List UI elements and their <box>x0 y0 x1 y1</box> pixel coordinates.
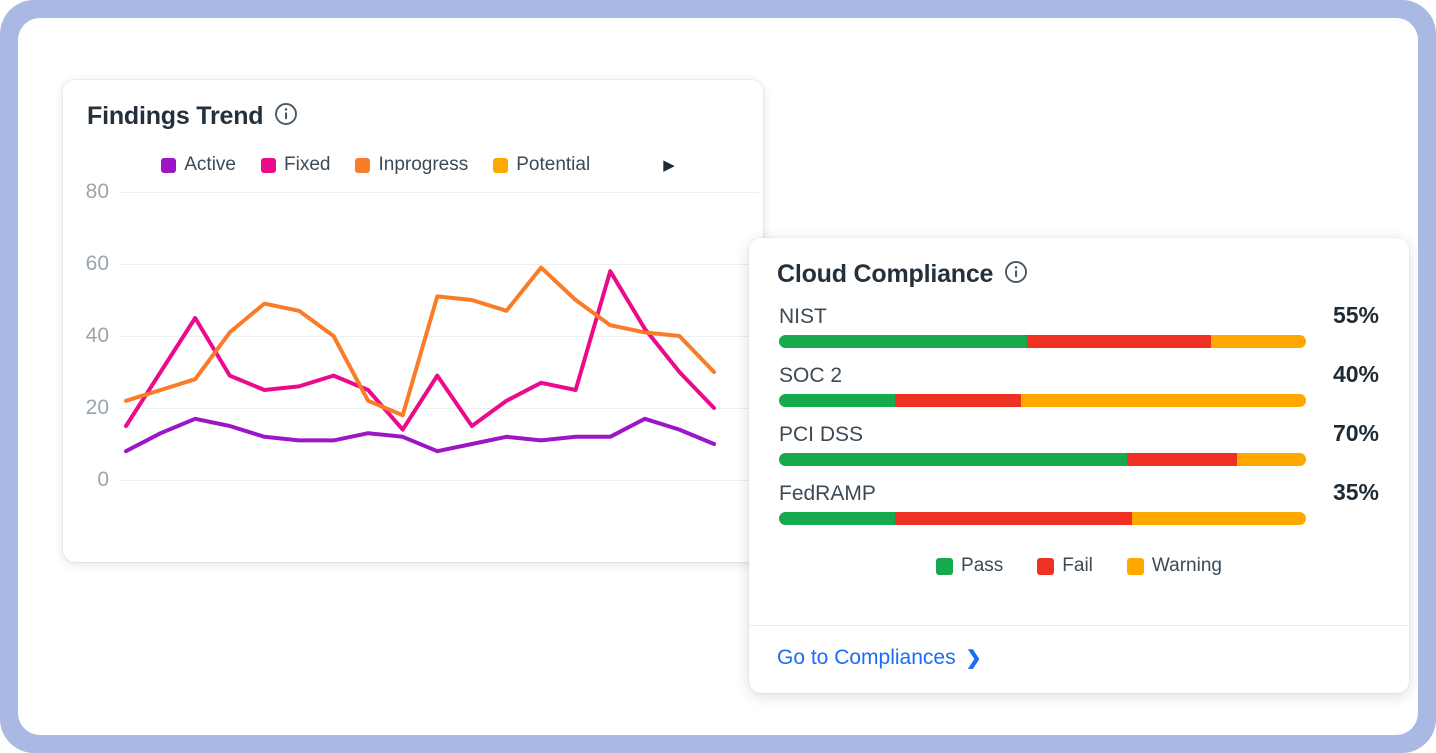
legend-item-potential[interactable]: Potential <box>493 154 590 176</box>
segment-pass <box>779 453 1127 466</box>
findings-trend-card: Findings Trend Active Fixed Inprogress P… <box>63 80 763 562</box>
segment-fail <box>1026 335 1212 348</box>
legend-item-fixed[interactable]: Fixed <box>261 154 330 176</box>
info-circle-icon[interactable] <box>1004 260 1028 289</box>
compliance-percent-soc2: 40% <box>1332 361 1379 387</box>
segment-pass <box>779 335 1027 348</box>
compliance-percent-pcidss: 70% <box>1332 420 1379 446</box>
dashboard-page: Findings Trend Active Fixed Inprogress P… <box>18 18 1418 735</box>
cloud-compliance-header: Cloud Compliance <box>749 238 1409 289</box>
compliance-percent-nist: 55% <box>1332 302 1379 328</box>
segment-fail <box>1126 453 1238 466</box>
compliance-name-pcidss: PCI DSS <box>779 423 864 446</box>
compliance-footer: Go to Compliances ❯ <box>749 625 1409 693</box>
segment-warning <box>1021 394 1306 407</box>
series-line-inprogress <box>124 265 716 418</box>
compliance-bar-soc2 <box>779 394 1306 407</box>
legend-swatch-active <box>161 157 177 173</box>
findings-trend-series-svg <box>124 265 716 454</box>
legend-next-chevron-right-icon[interactable]: ▶ <box>663 158 675 173</box>
legend-label-active: Active <box>184 154 236 175</box>
legend-swatch-inprogress <box>355 157 371 173</box>
table-row[interactable]: SOC 2 40% <box>779 361 1379 407</box>
compliance-percent-fedramp: 35% <box>1332 479 1379 505</box>
table-row[interactable]: FedRAMP 35% <box>779 479 1379 525</box>
go-to-compliances-link[interactable]: Go to Compliances ❯ <box>777 646 982 670</box>
segment-warning <box>1237 453 1306 466</box>
go-to-compliances-label: Go to Compliances <box>777 646 956 669</box>
cloud-compliance-card: Cloud Compliance NIST 55% SOC 2 40% PCI … <box>749 238 1409 693</box>
chevron-right-icon: ❯ <box>965 647 982 669</box>
compliance-legend: Pass Fail Warning <box>779 555 1379 577</box>
legend-item-active[interactable]: Active <box>161 154 236 176</box>
segment-fail <box>894 394 1022 407</box>
compliance-name-fedramp: FedRAMP <box>779 482 876 505</box>
segment-pass <box>779 394 895 407</box>
segment-fail <box>894 512 1133 525</box>
legend-label-fixed: Fixed <box>284 154 331 175</box>
legend-item-inprogress[interactable]: Inprogress <box>355 154 468 176</box>
compliance-rows: NIST 55% SOC 2 40% PCI DSS 70% FedRAMP 3… <box>749 302 1409 577</box>
legend-swatch-potential <box>493 157 509 173</box>
page-title: Findings Trend <box>87 102 264 130</box>
legend-label-pass: Pass <box>961 555 1004 576</box>
segment-warning <box>1132 512 1306 525</box>
legend-swatch-fail <box>1037 557 1055 575</box>
compliance-bar-fedramp <box>779 512 1306 525</box>
findings-trend-plot: 80 60 40 20 0 <box>63 180 763 522</box>
compliance-bar-nist <box>779 335 1306 348</box>
legend-label-fail: Fail <box>1062 555 1093 576</box>
info-circle-icon[interactable] <box>274 102 298 131</box>
table-row[interactable]: PCI DSS 70% <box>779 420 1379 466</box>
legend-swatch-warning <box>1126 557 1144 575</box>
legend-swatch-pass <box>936 557 954 575</box>
legend-swatch-fixed <box>261 157 276 173</box>
legend-item-pass[interactable]: Pass <box>936 555 1003 577</box>
findings-trend-legend: Active Fixed Inprogress Potential ▶ <box>63 154 763 176</box>
compliance-name-nist: NIST <box>779 305 827 328</box>
series-line-active <box>124 416 716 454</box>
outer-frame: Findings Trend Active Fixed Inprogress P… <box>0 0 1436 753</box>
legend-label-potential: Potential <box>516 154 591 175</box>
segment-pass <box>779 512 895 525</box>
legend-label-warning: Warning <box>1151 555 1222 576</box>
legend-item-fail[interactable]: Fail <box>1037 555 1093 577</box>
table-row[interactable]: NIST 55% <box>779 302 1379 348</box>
findings-trend-header: Findings Trend <box>63 80 763 131</box>
compliance-name-soc2: SOC 2 <box>779 364 843 387</box>
segment-warning <box>1211 335 1306 348</box>
compliance-bar-pcidss <box>779 453 1306 466</box>
compliance-title: Cloud Compliance <box>777 260 994 288</box>
legend-item-warning[interactable]: Warning <box>1126 555 1222 577</box>
legend-label-inprogress: Inprogress <box>378 154 469 175</box>
